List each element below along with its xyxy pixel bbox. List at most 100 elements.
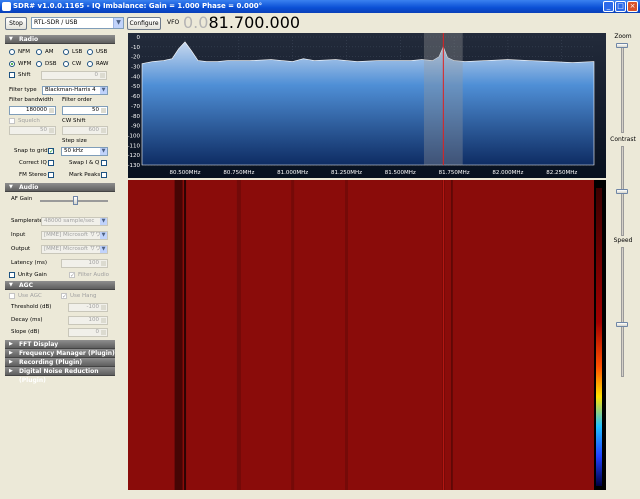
mode-radio-usb[interactable] [87,49,93,55]
unity-gain-checkbox[interactable] [9,272,15,278]
radio-header-label: Radio [19,36,39,43]
device-select[interactable]: RTL-SDR / USB ▼ [31,17,124,29]
mark-peaks-checkbox[interactable] [101,172,107,178]
minimize-button[interactable]: _ [603,1,614,12]
correct-iq-checkbox[interactable] [48,160,54,166]
latency-input[interactable]: 100 [61,259,108,268]
noise-reduction-label: Digital Noise Reduction (Plugin) [19,368,99,384]
decay-input[interactable]: 100 [68,316,108,325]
cw-shift-label: CW Shift [62,118,86,124]
fm-stereo-label: FM Stereo [19,172,47,178]
zoom-label: Zoom [614,33,632,40]
slope-input[interactable]: 0 [68,328,108,337]
audio-section-header[interactable]: ▼ Audio [5,183,115,192]
output-label: Output [11,246,31,252]
use-hang-checkbox[interactable]: ✓ [61,293,67,300]
threshold-label: Threshold (dB) [11,304,52,310]
mode-radio-wfm[interactable] [9,61,15,67]
speed-slider[interactable] [616,322,628,327]
mode-radio-cw[interactable] [63,61,69,67]
chevron-down-icon: ▼ [100,246,107,253]
configure-button[interactable]: Configure [127,17,161,30]
spectrum-x-tick-label: 81.750MHz [439,170,470,176]
spectrum-analyzer[interactable]: 0 -10 -20 -30 -40 -50 -60 -70 -80 -90 -100 -110 -120… [128,33,606,178]
agc-section-header[interactable]: ▼ AGC [5,281,115,290]
threshold-input[interactable]: -100 [68,303,108,312]
speed-track [621,247,624,377]
filter-order-input[interactable]: 50 [62,106,108,115]
spectrum-y-tick-label: -90 [131,124,140,130]
waterfall-display[interactable] [128,180,606,490]
slope-label: Slope (dB) [11,329,40,335]
expand-icon: ▶ [9,341,13,347]
filter-type-select[interactable]: Blackman-Harris 4 ▼ [42,86,108,95]
mode-label-dsb: DSB [45,61,57,67]
mode-radio-nfm[interactable] [9,49,15,55]
mode-label-usb: USB [96,49,108,55]
spectrum-y-tick-label: -110 [128,143,140,149]
cw-shift-input[interactable]: 600 [62,126,108,135]
mode-radio-dsb[interactable] [36,61,42,67]
spectrum-x-tick-label: 82.250MHz [546,170,577,176]
filter-bandwidth-label: Filter bandwidth [9,97,54,103]
squelch-input[interactable]: 50 [9,126,56,135]
fm-stereo-checkbox[interactable] [48,172,54,178]
input-select[interactable]: [MME] Microsoft サウ ▼ [41,231,108,240]
samplerate-label: Samplerate [11,218,43,224]
filter-order-label: Filter order [62,97,93,103]
spectrum-x-tick-label: 81.000MHz [277,170,308,176]
expand-icon: ▶ [9,359,13,365]
swap-iq-label: Swap I & Q [69,160,100,166]
mode-label-cw: CW [72,61,82,67]
filter-type-label: Filter type [9,87,37,93]
input-device-value: [MME] Microsoft サウ [44,232,101,238]
radio-section-header[interactable]: ▼ Radio [5,35,115,44]
mode-radio-am[interactable] [36,49,42,55]
audio-header-label: Audio [19,184,39,191]
correct-iq-label: Correct IQ [19,160,47,166]
shift-checkbox[interactable] [9,72,15,78]
samplerate-select[interactable]: 48000 sample/sec ▼ [41,217,108,226]
window-title: SDR# v1.0.0.1165 - IQ Imbalance: Gain = … [13,2,263,10]
use-agc-checkbox[interactable] [9,293,15,299]
shift-input[interactable]: 0 [41,71,107,80]
chevron-down-icon: ▼ [100,148,107,155]
snap-to-grid-label: Snap to grid [14,148,48,154]
stop-button[interactable]: Stop [5,17,27,30]
fft-display-section-header[interactable]: ▶ FFT Display [5,340,115,349]
display-sliders: Zoom Contrast Speed [609,33,637,493]
frequency-manager-section-header[interactable]: ▶ Frequency Manager (Plugin) [5,349,115,358]
output-select[interactable]: [MME] Microsoft サウ ▼ [41,245,108,254]
af-gain-slider[interactable] [73,196,78,205]
spectrum-y-tick-label: -30 [131,65,140,71]
spectrum-y-tick-label: -70 [131,104,140,110]
vfo-frequency-display[interactable]: 0.081.700.000 [183,13,300,33]
step-size-select[interactable]: 50 kHz ▼ [61,147,108,156]
spectrum-y-tick-label: -80 [131,114,140,120]
output-device-value: [MME] Microsoft サウ [44,246,101,252]
collapse-icon: ▼ [9,282,13,288]
vfo-digits: 81.700.000 [208,13,301,32]
zoom-slider[interactable] [616,43,628,48]
swap-iq-checkbox[interactable] [101,160,107,166]
filter-audio-label: Filter Audio [78,272,110,278]
vfo-leading-digits: 0.0 [183,13,209,32]
close-button[interactable]: × [627,1,638,12]
recording-label: Recording (Plugin) [19,359,83,366]
maximize-button[interactable]: □ [615,1,626,12]
filter-type-value: Blackman-Harris 4 [45,87,96,93]
snap-to-grid-checkbox[interactable]: ✓ [48,148,54,155]
mode-radio-raw[interactable] [87,61,93,67]
spectrum-y-tick-label: 0 [137,35,141,41]
expand-icon: ▶ [9,368,13,374]
filter-audio-checkbox[interactable]: ✓ [69,272,75,279]
recording-section-header[interactable]: ▶ Recording (Plugin) [5,358,115,367]
step-size-label: Step size [62,138,87,144]
contrast-slider[interactable] [616,188,628,194]
noise-reduction-section-header[interactable]: ▶ Digital Noise Reduction (Plugin) [5,367,115,384]
filter-bandwidth-input[interactable]: 180000 [9,106,56,115]
device-select-value: RTL-SDR / USB [34,19,78,26]
chevron-down-icon: ▼ [100,218,107,225]
squelch-checkbox[interactable] [9,118,15,124]
mode-radio-lsb[interactable] [63,49,69,55]
